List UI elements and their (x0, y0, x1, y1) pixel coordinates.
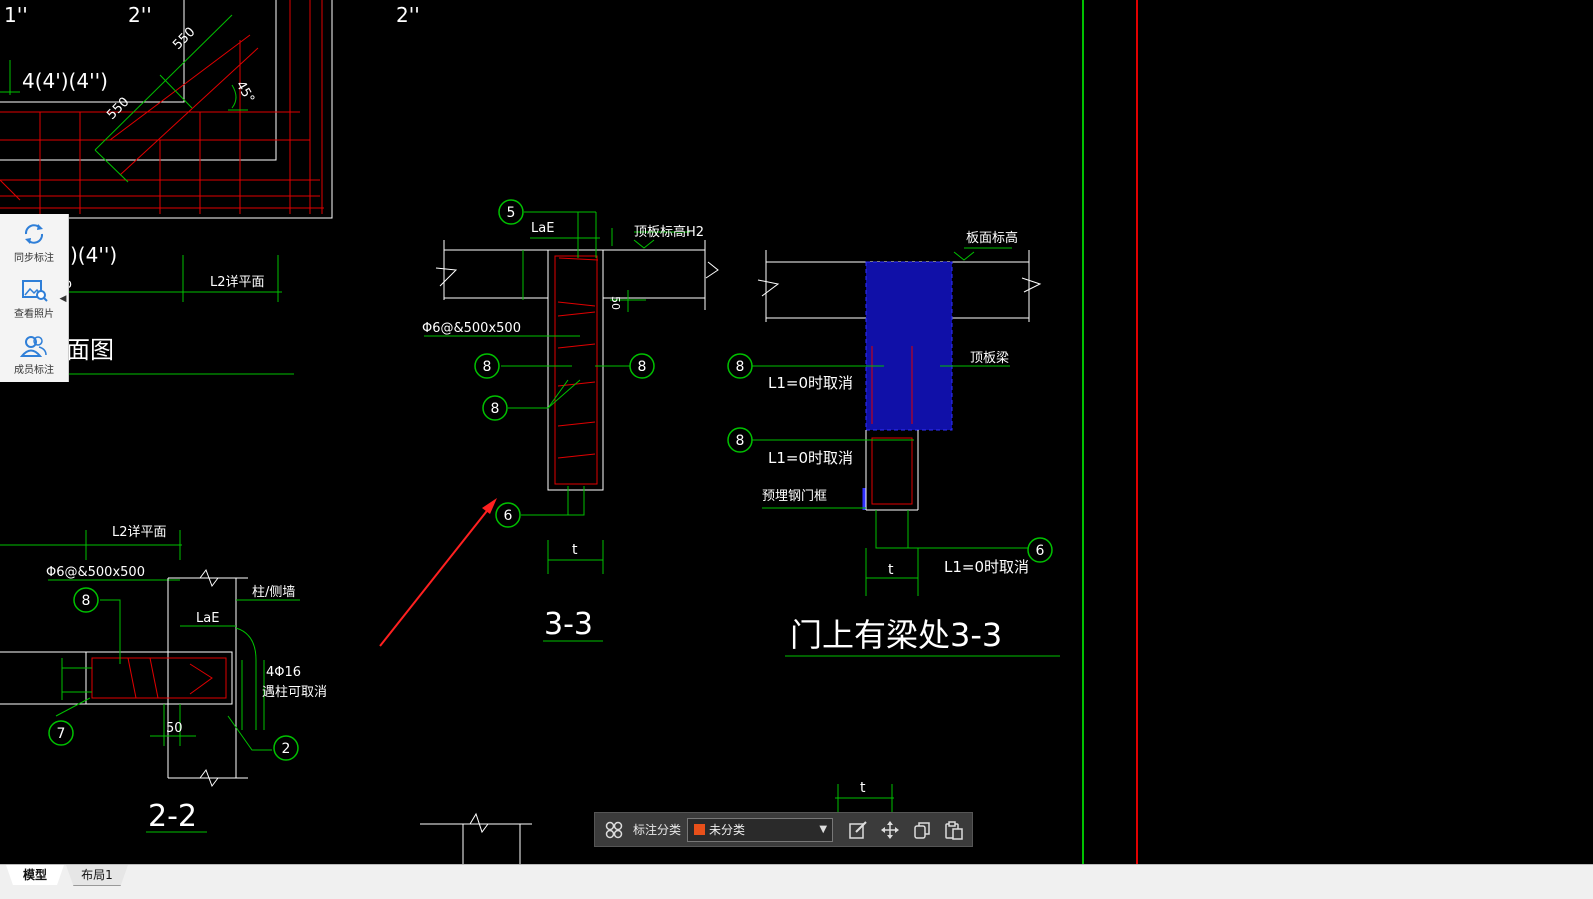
l1-cancel-3: L1=0时取消 (944, 558, 1029, 576)
tab-layout1[interactable]: 布局1 (66, 865, 128, 886)
callout-2: 2 (282, 741, 291, 757)
sync-annotation-button[interactable]: 同步标注 (0, 214, 68, 270)
dim-50-a: 50 (609, 296, 622, 310)
category-select[interactable]: 未分类 ▼ (687, 817, 834, 842)
move-icon (881, 820, 900, 839)
rebar-note-mid: )(4'') (70, 243, 117, 267)
section-2-2-title: 2-2 (148, 799, 197, 834)
move-button[interactable] (877, 817, 903, 843)
dim-550-a: 550 (170, 25, 198, 53)
mark-2: 2'' (128, 3, 152, 27)
tab-model[interactable]: 模型 (6, 865, 64, 885)
member-annotation-label: 成员标注 (14, 364, 54, 376)
paste-icon (945, 820, 963, 840)
paste-button[interactable] (941, 817, 967, 843)
pointer-arrow (379, 501, 495, 647)
sync-annotation-label: 同步标注 (14, 252, 54, 264)
view-photos-label: 查看照片 (14, 308, 54, 320)
sync-icon (24, 223, 44, 244)
members-icon (20, 335, 47, 357)
column-wall: 柱/侧墙 (252, 585, 295, 600)
plan-detail-top-left (0, 0, 333, 219)
dim-550-b: 550 (104, 95, 132, 123)
embedded-frame: 预埋钢门框 (762, 489, 827, 504)
dim-50-b: 50 (166, 721, 183, 736)
category-color-swatch (694, 824, 706, 835)
dim-t-1: t (572, 542, 578, 558)
section-2-2 (0, 530, 300, 833)
grid-menu-button[interactable] (601, 817, 627, 843)
callout-8c: 8 (491, 401, 500, 417)
section-3-3 (424, 211, 719, 642)
mark-3: 2'' (396, 3, 420, 27)
annotation-toolbar: 标注分类 未分类 ▼ (594, 812, 973, 847)
drawing-svg: 1'' 2'' 2'' 4(4')(4'') )(4'') o 550 550 … (0, 0, 1138, 864)
lae-1: LaE (531, 221, 554, 236)
l2-detail-2: L2详平面 (112, 525, 167, 540)
side-toolbar: 同步标注 查看照片 成员标注 ◀ (0, 214, 69, 382)
collapse-arrow-icon[interactable]: ◀ (59, 293, 67, 305)
mark-1: 1'' (4, 3, 28, 27)
slab-top-elev: 板面标高 (966, 230, 1018, 246)
callout-8e: 8 (736, 433, 745, 449)
slab-top-elev-h2: 顶板标高H2 (634, 224, 704, 240)
callout-5: 5 (507, 205, 516, 221)
plan-title-tail: 面图 (66, 336, 114, 364)
top-slab-beam: 顶板梁 (970, 351, 1009, 366)
callout-6a: 6 (504, 508, 513, 524)
l1-cancel-2: L1=0时取消 (768, 449, 853, 467)
stirrup-note-1: Φ6@&500x500 (422, 321, 521, 336)
dim-t-2: t (888, 562, 894, 578)
cad-canvas[interactable]: 1'' 2'' 2'' 4(4')(4'') )(4'') o 550 550 … (0, 0, 1593, 880)
l1-cancel-1: L1=0时取消 (768, 374, 853, 392)
rebar-note-top: 4(4')(4'') (22, 69, 108, 93)
callout-7: 7 (57, 726, 66, 742)
category-label: 标注分类 (633, 823, 682, 837)
stirrup-note-2: Φ6@&500x500 (46, 565, 145, 580)
dim-t-3: t (860, 780, 866, 796)
view-photos-button[interactable]: 查看照片 (0, 270, 68, 326)
lae-2: LaE (196, 611, 219, 626)
photo-view-icon (22, 279, 48, 302)
callout-6b: 6 (1036, 543, 1045, 559)
callout-8f: 8 (82, 593, 91, 609)
layout-tab-bar: 模型 布局1 (0, 864, 1593, 899)
l2-detail-1: L2详平面 (210, 275, 265, 290)
callout-8d: 8 (736, 359, 745, 375)
copy-button[interactable] (909, 817, 935, 843)
section-3-3-title: 3-3 (544, 607, 593, 642)
grid-icon (605, 821, 623, 838)
edit-button[interactable] (845, 817, 871, 843)
chevron-down-icon: ▼ (819, 824, 828, 835)
member-annotation-button[interactable]: 成员标注 (0, 326, 68, 382)
category-value: 未分类 (709, 823, 746, 837)
edit-icon (849, 820, 867, 839)
callout-8b: 8 (638, 359, 647, 375)
angle-45: 45° (233, 79, 258, 106)
when-column-cancel: 遇柱可取消 (262, 685, 327, 700)
copy-icon (914, 821, 930, 839)
callout-8a: 8 (483, 359, 492, 375)
rebar-4-16: 4Φ16 (266, 665, 301, 680)
section-3-3-beam-title: 门上有梁处3-3 (790, 616, 1002, 654)
